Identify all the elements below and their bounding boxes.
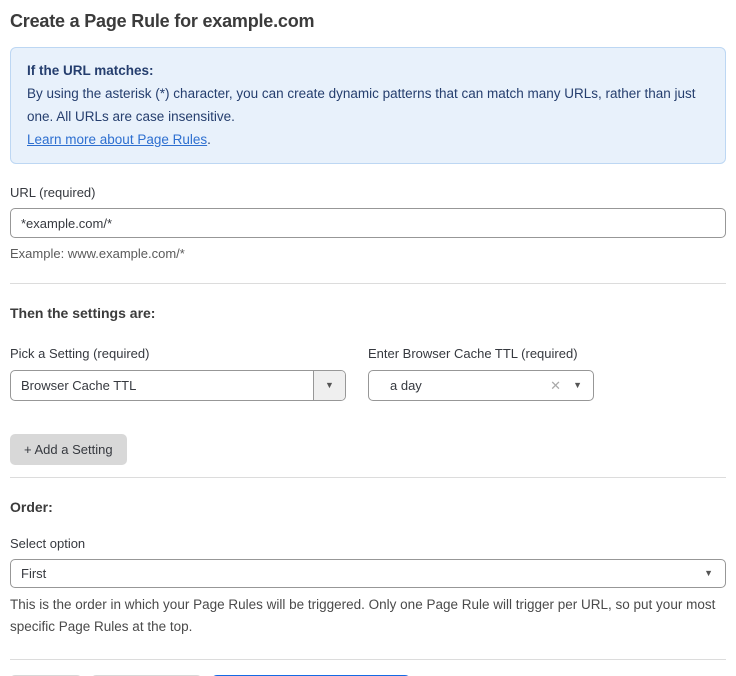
order-help-text: This is the order in which your Page Rul… bbox=[10, 594, 726, 638]
clear-icon[interactable]: ✕ bbox=[550, 379, 561, 392]
link-period: . bbox=[207, 132, 211, 147]
setting-picker-value: Browser Cache TTL bbox=[11, 378, 313, 393]
ttl-picker-group: Enter Browser Cache TTL (required) a day… bbox=[368, 346, 594, 401]
divider bbox=[10, 477, 726, 478]
settings-section-heading: Then the settings are: bbox=[10, 305, 726, 321]
url-example-help: Example: www.example.com/* bbox=[10, 246, 726, 261]
chevron-down-icon: ▼ bbox=[704, 569, 713, 578]
learn-more-link[interactable]: Learn more about Page Rules bbox=[27, 132, 207, 147]
chevron-down-icon: ▼ bbox=[325, 381, 334, 390]
url-input[interactable] bbox=[10, 208, 726, 238]
order-section-heading: Order: bbox=[10, 499, 726, 515]
divider bbox=[10, 283, 726, 284]
chevron-down-icon: ▼ bbox=[573, 381, 582, 390]
info-box-body: By using the asterisk (*) character, you… bbox=[27, 82, 709, 128]
ttl-picker-label: Enter Browser Cache TTL (required) bbox=[368, 346, 594, 361]
url-match-info-box: If the URL matches: By using the asteris… bbox=[10, 47, 726, 164]
setting-picker-group: Pick a Setting (required) Browser Cache … bbox=[10, 346, 346, 401]
settings-row: Pick a Setting (required) Browser Cache … bbox=[10, 346, 726, 401]
setting-picker-dropdown[interactable]: Browser Cache TTL ▼ bbox=[10, 370, 346, 401]
create-page-rule-form: Create a Page Rule for example.com If th… bbox=[0, 0, 736, 676]
setting-picker-label: Pick a Setting (required) bbox=[10, 346, 346, 361]
info-box-heading: If the URL matches: bbox=[27, 59, 709, 82]
ttl-picker-dropdown[interactable]: a day ✕ ▼ bbox=[368, 370, 594, 401]
order-select-value: First bbox=[21, 566, 704, 581]
divider bbox=[10, 659, 726, 660]
info-box-link-line: Learn more about Page Rules. bbox=[27, 128, 709, 151]
order-select-dropdown[interactable]: First ▼ bbox=[10, 559, 726, 588]
setting-picker-arrow-section[interactable]: ▼ bbox=[313, 371, 345, 400]
ttl-picker-value: a day bbox=[380, 378, 538, 393]
page-title: Create a Page Rule for example.com bbox=[10, 0, 726, 32]
add-setting-button[interactable]: + Add a Setting bbox=[10, 434, 127, 465]
url-field-label: URL (required) bbox=[10, 185, 726, 200]
order-select-label: Select option bbox=[10, 536, 726, 551]
